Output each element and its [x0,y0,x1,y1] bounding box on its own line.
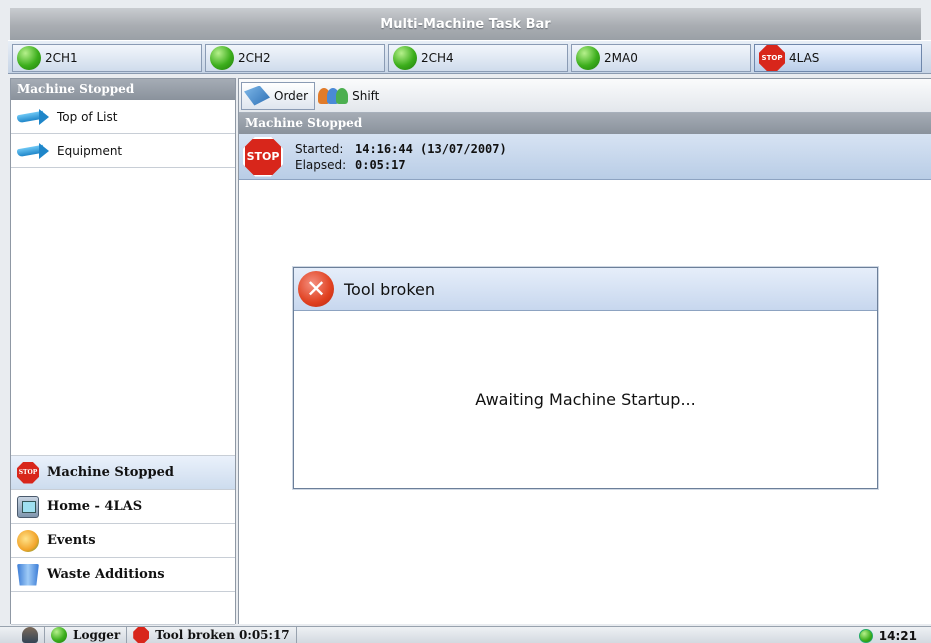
menu-item-label: Waste Additions [47,567,165,582]
dialog-message: Awaiting Machine Startup... [475,390,696,409]
menu-item-label: Events [47,533,96,548]
menu-item-events[interactable]: Events [11,523,235,557]
left-panel: Machine Stopped Top of List Equipment ST… [10,78,236,625]
nav-item-label: Equipment [57,143,123,158]
window-title: Multi-Machine Task Bar [10,8,921,40]
logger-label: Logger [73,628,121,642]
order-button-label: Order [274,88,309,103]
clock-icon [858,628,873,643]
clock: 14:21 [858,627,917,643]
events-icon [17,529,39,552]
arrow-icon [17,108,51,126]
user-segment[interactable] [0,626,45,643]
event-label: Tool broken 0:05:17 [155,628,290,642]
machine-stopped-header: Machine Stopped [239,113,931,134]
arrow-icon [17,142,51,160]
machine-tab-label: 2CH2 [238,51,271,65]
menu-item-empty [11,591,235,625]
machine-tab-2ch1[interactable]: 2CH1 [12,44,202,72]
menu-item-label: Machine Stopped [47,465,174,480]
started-label: Started: [295,141,344,156]
elapsed-label: Elapsed: [295,157,347,172]
dialog-title: Tool broken [344,279,436,299]
order-icon [244,85,270,106]
running-status-icon [576,46,600,70]
running-status-icon [393,46,417,70]
status-bar: Logger Tool broken 0:05:17 14:21 [0,626,931,643]
stop-timing: Started: 14:16:44 (13/07/2007) Elapsed: … [295,142,507,172]
stop-status-row: STOP Started: 14:16:44 (13/07/2007) Elap… [239,134,931,180]
elapsed-value: 0:05:17 [355,157,406,172]
nav-item-top-of-list[interactable]: Top of List [11,100,235,134]
tool-broken-dialog: ✕ Tool broken Awaiting Machine Startup..… [293,267,878,489]
machine-tab-label: 2CH1 [45,51,78,65]
user-icon [22,627,38,643]
dialog-header: ✕ Tool broken [294,268,877,311]
machine-tab-2ch4[interactable]: 2CH4 [388,44,568,72]
nav-item-label: Top of List [57,109,118,124]
started-value: 14:16:44 (13/07/2007) [355,141,507,156]
order-button[interactable]: Order [241,81,316,110]
left-panel-header: Machine Stopped [11,79,235,100]
shift-button[interactable]: Shift [315,82,386,110]
menu-item-machine-stopped[interactable]: STOP Machine Stopped [11,455,235,489]
running-status-icon [17,46,41,70]
machine-tab-label: 2MA0 [604,51,638,65]
event-segment[interactable]: Tool broken 0:05:17 [127,626,297,643]
bin-icon [17,563,39,586]
left-panel-bottom-menu: STOP Machine Stopped Home - 4LAS Events … [11,455,235,625]
error-icon: ✕ [298,271,334,307]
stop-icon: STOP [243,136,283,177]
logger-status-icon [51,627,67,643]
menu-item-waste-additions[interactable]: Waste Additions [11,557,235,591]
machine-tab-label: 4LAS [789,51,820,65]
clock-time: 14:21 [878,628,917,643]
machine-tab-4las[interactable]: STOP 4LAS [754,44,922,72]
machine-tab-2ma0[interactable]: 2MA0 [571,44,751,72]
stop-icon [133,627,150,643]
logger-segment[interactable]: Logger [45,626,128,643]
running-status-icon [210,46,234,70]
stop-icon: STOP [759,45,785,71]
home-icon [17,495,39,518]
toolbar: Order Shift [239,79,931,113]
machine-task-bar: 2CH1 2CH2 2CH4 2MA0 STOP 4LAS [8,40,931,74]
stop-icon: STOP [17,461,39,484]
menu-item-home-4las[interactable]: Home - 4LAS [11,489,235,523]
menu-item-label: Home - 4LAS [47,499,143,514]
shift-button-label: Shift [352,88,380,103]
machine-tab-label: 2CH4 [421,51,454,65]
shift-icon [318,86,349,106]
machine-tab-2ch2[interactable]: 2CH2 [205,44,385,72]
nav-item-equipment[interactable]: Equipment [11,134,235,168]
